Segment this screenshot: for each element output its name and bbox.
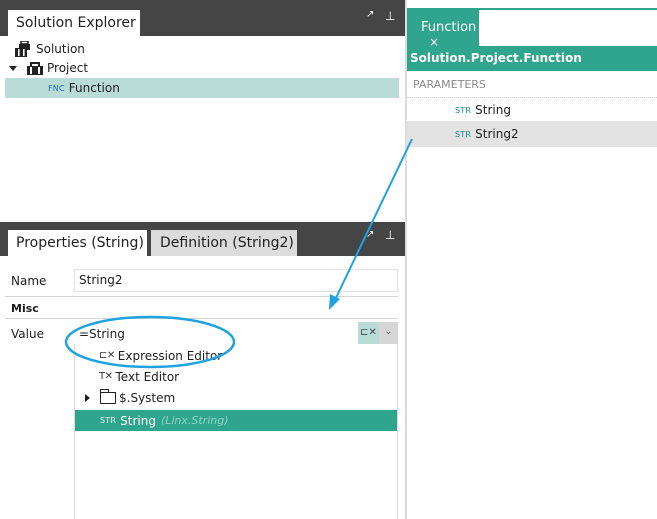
string-type-icon: STR	[455, 105, 472, 115]
tab-function-label: Function	[421, 20, 477, 35]
solution-explorer-header: Solution Explorer ↗ ⊥	[0, 0, 405, 36]
tree-item-label: Solution	[36, 42, 85, 56]
parameters-header: PARAMETERS	[407, 71, 657, 98]
dropdown-item-text-editor[interactable]: T✕ Text Editor	[75, 366, 397, 387]
properties-header: Properties (String) Definition (String2)…	[0, 226, 405, 256]
dropdown-toggle-button[interactable]: ⌄	[379, 322, 398, 344]
dropdown-item-label: Text Editor	[115, 369, 180, 384]
value-label: Value	[11, 327, 44, 341]
tree-item-label: Project	[47, 61, 89, 75]
expression-icon: ⊏✕	[99, 350, 115, 361]
type-hint: (Linx.String)	[160, 414, 229, 427]
dropdown-item-string[interactable]: STR String (Linx.String)	[75, 410, 397, 431]
text-editor-icon: T✕	[99, 371, 113, 382]
dropdown-item-expression-editor[interactable]: ⊏✕ Expression Editor	[75, 345, 397, 366]
tab-solution-explorer[interactable]: Solution Explorer	[8, 10, 140, 36]
section-divider	[5, 318, 398, 319]
solution-icon	[15, 40, 33, 57]
tree-item-solution[interactable]: Solution	[5, 39, 399, 59]
tab-solution-explorer-label: Solution Explorer	[16, 15, 136, 31]
name-field-value: String2	[79, 273, 123, 287]
left-dock: Solution Explorer ↗ ⊥ Solution Project F…	[0, 0, 405, 519]
section-misc: Misc	[11, 302, 39, 315]
function-type-icon: FNC	[48, 83, 65, 93]
tab-properties[interactable]: Properties (String)	[8, 230, 147, 256]
properties-grid: Name String2 Misc Value =String ⊏✕ ⌄ ⊏✕ …	[5, 256, 402, 519]
function-path: Solution.Project.Function	[407, 46, 657, 71]
float-window-icon[interactable]: ↗	[366, 9, 374, 20]
value-field-text: =String	[79, 327, 125, 341]
tab-strip-underline	[479, 8, 657, 10]
solution-explorer-tree: Solution Project FNC Function	[5, 36, 402, 222]
dropdown-item-label: $.System	[119, 390, 176, 405]
folder-icon	[100, 388, 116, 404]
dropdown-item-label: String	[120, 413, 156, 428]
parameter-label: String	[475, 103, 511, 117]
name-field[interactable]: String2	[74, 269, 398, 292]
parameter-row-string[interactable]: STR String	[407, 97, 657, 123]
parameter-row-string2[interactable]: STR String2	[407, 121, 657, 147]
tree-item-label: Function	[68, 81, 120, 95]
dropdown-item-label: Expression Editor	[117, 348, 223, 363]
chevron-down-icon: ⌄	[384, 326, 393, 337]
float-window-icon[interactable]: ↗	[366, 229, 374, 240]
dropdown-item-system[interactable]: $.System	[75, 387, 397, 408]
tree-item-function[interactable]: FNC Function	[5, 78, 399, 98]
value-dropdown-list: ⊏✕ Expression Editor T✕ Text Editor $.Sy…	[74, 344, 398, 519]
pin-icon[interactable]: ⊥	[385, 228, 395, 242]
tree-item-project[interactable]: Project	[5, 58, 399, 78]
tab-properties-label: Properties (String)	[16, 235, 144, 251]
string-type-icon: STR	[100, 416, 117, 425]
expression-editor-button[interactable]: ⊏✕	[358, 322, 379, 344]
section-divider	[5, 296, 398, 297]
tab-definition[interactable]: Definition (String2)	[151, 230, 297, 256]
project-box-icon	[27, 61, 43, 75]
document-tab-strip: Function ×	[407, 0, 657, 49]
chevron-down-icon[interactable]	[9, 65, 17, 71]
parameter-label: String2	[475, 127, 519, 141]
name-label: Name	[11, 274, 47, 288]
pin-icon[interactable]: ⊥	[385, 9, 395, 23]
string-type-icon: STR	[455, 129, 472, 139]
tab-definition-label: Definition (String2)	[160, 235, 294, 251]
function-editor: Function × Solution.Project.Function PAR…	[407, 0, 657, 519]
chevron-right-icon[interactable]	[85, 393, 90, 402]
tab-function[interactable]: Function ×	[407, 8, 479, 49]
expression-icon: ⊏✕	[360, 327, 377, 338]
value-field[interactable]: =String	[74, 322, 359, 344]
